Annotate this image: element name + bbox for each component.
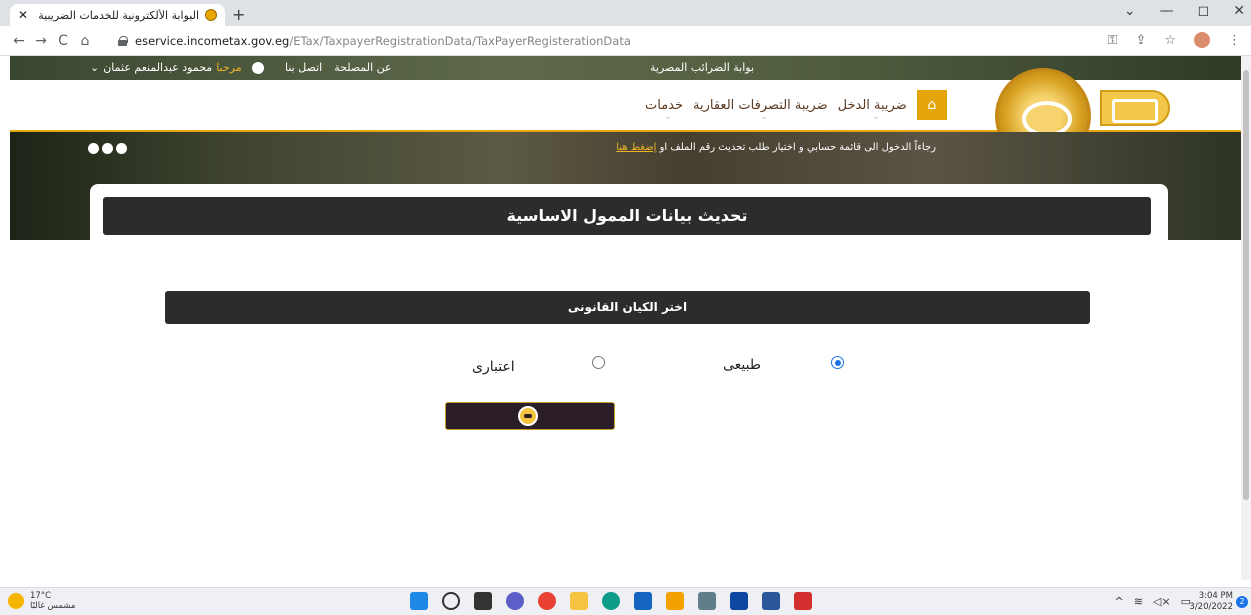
password-key-icon[interactable]: ⚿ bbox=[1108, 33, 1118, 48]
home-nav-icon[interactable]: ⌂ bbox=[916, 90, 947, 120]
search-icon[interactable] bbox=[442, 592, 460, 610]
slider-pause-icon[interactable] bbox=[102, 143, 113, 154]
browser-tab-strip: البوابة الألكترونية للخدمات الضريبية ✕ +… bbox=[0, 0, 1251, 26]
tab-title: البوابة الألكترونية للخدمات الضريبية bbox=[38, 8, 199, 22]
windows-taskbar: 17°C مشمس غالبًا ^ ≋ ◁× ▭ 3:04 PM 3/20/2… bbox=[0, 587, 1251, 615]
url-host: eservice.incometax.gov.eg bbox=[135, 34, 290, 48]
clock[interactable]: 3:04 PM 3/20/2022 bbox=[1189, 591, 1233, 613]
main-card bbox=[90, 184, 1168, 615]
temperature: 17°C bbox=[30, 591, 52, 601]
weather-condition: مشمس غالبًا bbox=[30, 601, 76, 611]
chrome-icon[interactable] bbox=[538, 592, 556, 610]
arrow-icon bbox=[518, 406, 538, 426]
about-link[interactable]: عن المصلحة bbox=[334, 61, 391, 74]
clock-time: 3:04 PM bbox=[1198, 591, 1233, 601]
nav-services[interactable]: خدمات bbox=[645, 98, 683, 122]
user-caret-icon: ⌄ bbox=[90, 61, 100, 74]
nav-income-tax[interactable]: ضريبة الدخل bbox=[838, 98, 907, 122]
wifi-icon[interactable]: ≋ bbox=[1134, 595, 1143, 608]
system-tray: ^ ≋ ◁× ▭ bbox=[1114, 595, 1191, 608]
user-icon bbox=[251, 61, 264, 74]
vlc-icon[interactable] bbox=[666, 592, 684, 610]
contact-link[interactable]: اتصل بنا bbox=[285, 61, 322, 74]
share-icon[interactable]: ⇪ bbox=[1135, 33, 1146, 48]
ministry-logo bbox=[1100, 90, 1170, 126]
browser-tab[interactable]: البوابة الألكترونية للخدمات الضريبية ✕ bbox=[10, 4, 225, 26]
edge-icon[interactable] bbox=[602, 592, 620, 610]
radio-natural-person[interactable] bbox=[831, 356, 844, 369]
weather-widget[interactable]: 17°C مشمس غالبًا bbox=[8, 591, 75, 611]
profile-avatar[interactable] bbox=[1194, 32, 1210, 48]
tab-favicon-icon bbox=[205, 9, 217, 21]
slider-controls bbox=[88, 143, 127, 154]
page-title: تحديث بيانات الممول الاساسية bbox=[103, 197, 1151, 235]
address-bar[interactable]: eservice.incometax.gov.eg /ETax/Taxpayer… bbox=[118, 30, 1098, 52]
portal-name: بوابة الضرائب المصرية bbox=[650, 61, 755, 74]
task-view-icon[interactable] bbox=[474, 592, 492, 610]
new-tab-button[interactable]: + bbox=[232, 5, 245, 24]
maximize-button[interactable]: ◻ bbox=[1198, 3, 1210, 19]
volume-icon[interactable]: ◁× bbox=[1153, 595, 1171, 608]
main-menu: ⌂ ضريبة الدخل ضريبة التصرفات العقارية خد… bbox=[645, 90, 947, 122]
section-title: اختر الكيان القانونى bbox=[165, 291, 1090, 324]
bookmark-star-icon[interactable]: ☆ bbox=[1164, 33, 1176, 48]
calculator-icon[interactable] bbox=[698, 592, 716, 610]
minimize-button[interactable]: — bbox=[1160, 3, 1174, 19]
scrollbar-thumb[interactable] bbox=[1243, 70, 1249, 500]
home-icon[interactable]: ⌂ bbox=[74, 33, 96, 49]
tab-close-icon[interactable]: ✕ bbox=[18, 8, 28, 22]
window-controls: ⌄ — ◻ ✕ bbox=[1124, 3, 1245, 19]
nav-real-estate-tax[interactable]: ضريبة التصرفات العقارية bbox=[693, 98, 828, 122]
next-button[interactable] bbox=[445, 402, 615, 430]
tab-search-icon[interactable]: ⌄ bbox=[1124, 3, 1136, 19]
clock-date: 3/20/2022 bbox=[1189, 602, 1233, 612]
menu-dots-icon[interactable]: ⋮ bbox=[1228, 33, 1241, 48]
browser-toolbar: ← → C ⌂ eservice.incometax.gov.eg /ETax/… bbox=[0, 26, 1251, 56]
store-icon[interactable] bbox=[634, 592, 652, 610]
notice-message: رجاءاً الدخول الى قائمة حسابي و اختيار ط… bbox=[659, 142, 936, 153]
page-scrollbar[interactable] bbox=[1241, 56, 1251, 580]
reload-icon[interactable]: C bbox=[52, 33, 74, 49]
forward-icon[interactable]: → bbox=[30, 33, 52, 49]
notice-text: رجاءاً الدخول الى قائمة حسابي و اختيار ط… bbox=[616, 142, 936, 153]
close-window-button[interactable]: ✕ bbox=[1233, 3, 1245, 19]
user-name: محمود عبدالمنعم عثمان bbox=[103, 61, 213, 74]
sun-icon bbox=[8, 593, 24, 609]
radio-natural-label: طبيعى bbox=[723, 357, 762, 373]
user-welcome[interactable]: مرحبا محمود عبدالمنعم عثمان ⌄ bbox=[90, 61, 264, 74]
radio-legal-label: اعتبارى bbox=[472, 359, 515, 375]
chat-icon[interactable] bbox=[506, 592, 524, 610]
acrobat-icon[interactable] bbox=[794, 592, 812, 610]
notice-link[interactable]: إضغط هنا bbox=[616, 142, 656, 153]
tray-overflow-icon[interactable]: ^ bbox=[1114, 595, 1123, 608]
slider-prev-icon[interactable] bbox=[88, 143, 99, 154]
slider-next-icon[interactable] bbox=[116, 143, 127, 154]
toolbar-actions: ⚿ ⇪ ☆ ⋮ bbox=[1108, 32, 1241, 48]
back-icon[interactable]: ← bbox=[8, 33, 30, 49]
taskbar-apps bbox=[410, 592, 812, 610]
top-links: اتصل بنا عن المصلحة bbox=[285, 61, 392, 74]
word-icon[interactable] bbox=[762, 592, 780, 610]
url-path: /ETax/TaxpayerRegistrationData/TaxPayerR… bbox=[289, 34, 631, 48]
remote-app-icon[interactable] bbox=[730, 592, 748, 610]
weather-text: 17°C مشمس غالبًا bbox=[30, 591, 75, 611]
start-icon[interactable] bbox=[410, 592, 428, 610]
welcome-prefix: مرحبا bbox=[216, 61, 242, 74]
radio-legal-entity[interactable] bbox=[592, 356, 605, 369]
file-explorer-icon[interactable] bbox=[570, 592, 588, 610]
lock-icon bbox=[118, 36, 128, 46]
notification-badge[interactable]: 2 bbox=[1236, 596, 1248, 608]
